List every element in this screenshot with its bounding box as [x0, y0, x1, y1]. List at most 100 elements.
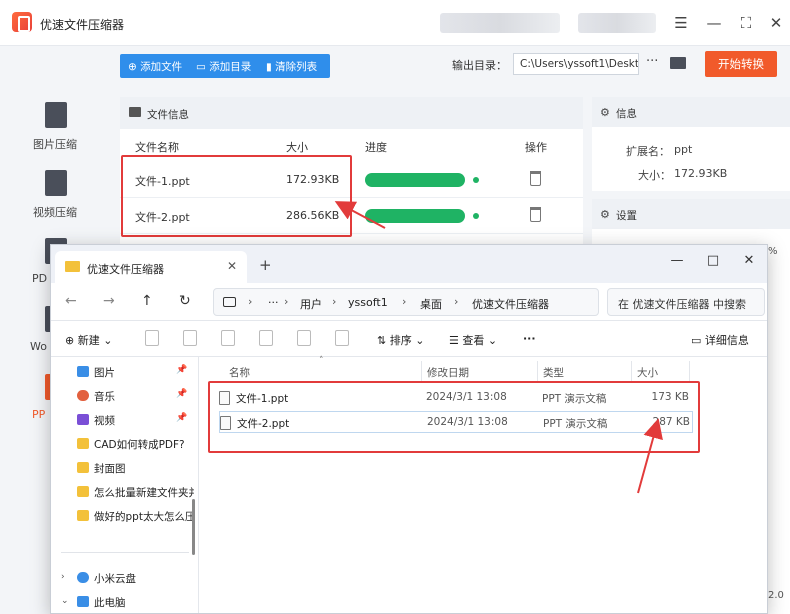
app-titlebar: 优速文件压缩器 ☰ — ⛶ ✕: [0, 0, 790, 46]
monitor-icon: [223, 297, 236, 307]
output-dir-field[interactable]: C:\Users\yssoft1\Deskt: [513, 53, 639, 75]
delete-icon[interactable]: [335, 330, 349, 346]
add-directory-button[interactable]: ▭ 添加目录: [196, 59, 251, 74]
start-convert-button[interactable]: 开始转换: [705, 51, 777, 77]
nav-item-label: 此电脑: [94, 597, 126, 609]
image-icon: [129, 107, 141, 117]
file-toolbar: ⊕ 添加文件 ▭ 添加目录 ▮ 清除列表: [120, 54, 330, 78]
column-header-size: 大小: [286, 141, 308, 154]
folder-icon: [77, 462, 89, 473]
back-icon[interactable]: ←: [65, 293, 77, 309]
maximize-icon[interactable]: □: [703, 253, 723, 268]
progress-complete-dot: [473, 177, 479, 183]
blurred-account-info: [440, 13, 560, 33]
nav-item-label: 小米云盘: [94, 573, 136, 585]
sidebar-item-video-compress[interactable]: 视频压缩: [0, 170, 110, 230]
blurred-user-info: [578, 13, 656, 33]
minimize-icon[interactable]: —: [667, 253, 687, 268]
ext-value: ppt: [674, 143, 693, 156]
close-icon[interactable]: ✕: [765, 12, 787, 34]
new-button[interactable]: ⊕ 新建 ⌄: [65, 332, 112, 348]
info-panel: ⚙ 信息 扩展名： ppt 大小： 172.93KB: [592, 97, 790, 191]
output-dir-label: 输出目录：: [452, 59, 507, 72]
up-icon[interactable]: ↑: [141, 293, 153, 309]
browse-more-button[interactable]: ···: [646, 54, 658, 69]
nav-item-folder[interactable]: 怎么批量新建文件夹并: [51, 481, 197, 503]
view-label: 查看: [462, 334, 485, 347]
column-divider[interactable]: [631, 361, 632, 381]
breadcrumb-desktop[interactable]: 桌面: [420, 296, 442, 312]
column-header-name: 文件名称: [135, 141, 179, 154]
image-compress-icon: [45, 102, 67, 128]
breadcrumb-current-folder[interactable]: 优速文件压缩器: [472, 296, 549, 312]
this-pc-icon: [77, 596, 89, 607]
add-directory-label: 添加目录: [209, 61, 252, 73]
breadcrumb-users[interactable]: 用户: [300, 296, 322, 312]
delete-icon[interactable]: [530, 171, 541, 186]
nav-item-label: 怎么批量新建文件夹并: [94, 487, 194, 499]
cut-icon[interactable]: [145, 330, 159, 346]
sidebar-item-label: 图片压缩: [33, 138, 77, 151]
search-input[interactable]: 在 优速文件压缩器 中搜索: [607, 288, 765, 316]
menu-icon[interactable]: ☰: [670, 12, 692, 34]
minimize-icon[interactable]: —: [703, 12, 725, 34]
more-button[interactable]: ···: [523, 332, 536, 345]
view-button[interactable]: ☰ 查看 ⌄: [449, 332, 497, 348]
rename-icon[interactable]: [259, 330, 273, 346]
pin-icon: 📌: [176, 365, 188, 375]
video-compress-icon: [45, 170, 67, 196]
copy-icon[interactable]: [183, 330, 197, 346]
column-header-date[interactable]: 修改日期: [427, 365, 469, 380]
nav-item-music[interactable]: 音乐 📌: [51, 385, 197, 407]
fullscreen-icon[interactable]: ⛶: [735, 12, 757, 34]
nav-item-folder[interactable]: CAD如何转成PDF?: [51, 433, 197, 455]
nav-item-videos[interactable]: 视频 📌: [51, 409, 197, 431]
app-logo-icon: [12, 12, 32, 32]
column-header-type[interactable]: 类型: [543, 365, 564, 380]
sidebar-item-image-compress[interactable]: 图片压缩: [0, 102, 110, 162]
new-tab-icon[interactable]: +: [259, 256, 272, 274]
explorer-tab[interactable]: 优速文件压缩器 ✕: [55, 251, 247, 283]
nav-scrollbar[interactable]: [192, 499, 195, 555]
music-icon: [77, 390, 89, 401]
settings-title: 设置: [616, 210, 637, 222]
setting-value-fragment: %: [768, 246, 778, 257]
navigation-pane: 图片 📌 音乐 📌 视频 📌 CAD如何转成PDF? 封面图 怎么批量新建文件夹…: [51, 357, 199, 613]
add-file-button[interactable]: ⊕ 添加文件: [128, 59, 182, 74]
expand-chevron-icon[interactable]: ›: [61, 572, 65, 582]
column-header-size[interactable]: 大小: [637, 365, 658, 380]
share-icon[interactable]: [297, 330, 311, 346]
details-button[interactable]: ▭ 详细信息: [691, 332, 749, 348]
nav-item-label: 封面图: [94, 463, 126, 475]
column-divider[interactable]: [421, 361, 422, 381]
videos-icon: [77, 414, 89, 425]
nav-item-folder[interactable]: 封面图: [51, 457, 197, 479]
nav-item-cloud[interactable]: › 小米云盘: [51, 567, 197, 589]
info-header: ⚙ 信息: [592, 97, 790, 127]
column-divider[interactable]: [689, 361, 690, 381]
refresh-icon[interactable]: ↻: [179, 293, 191, 309]
address-bar[interactable]: › ··· › 用户 › yssoft1 › 桌面 › 优速文件压缩器: [213, 288, 599, 316]
close-icon[interactable]: ✕: [739, 253, 759, 268]
nav-item-this-pc[interactable]: ⌄ 此电脑: [51, 591, 197, 613]
breadcrumb-overflow[interactable]: ···: [268, 296, 279, 309]
info-title: 信息: [616, 108, 637, 120]
forward-icon[interactable]: →: [103, 293, 115, 309]
command-bar: ⊕ 新建 ⌄ ⇅ 排序 ⌄ ☰ 查看 ⌄ ··· ▭ 详细信息: [51, 321, 767, 357]
column-header-name[interactable]: 名称: [229, 365, 250, 380]
delete-icon[interactable]: [530, 207, 541, 222]
nav-item-folder[interactable]: 做好的ppt太大怎么压: [51, 505, 197, 527]
clear-list-button[interactable]: ▮ 清除列表: [266, 59, 317, 74]
breadcrumb-yssoft1[interactable]: yssoft1: [348, 296, 388, 309]
close-tab-icon[interactable]: ✕: [227, 259, 237, 273]
size-value: 172.93KB: [674, 167, 728, 180]
nav-item-pictures[interactable]: 图片 📌: [51, 361, 197, 383]
column-divider[interactable]: [537, 361, 538, 381]
open-folder-icon[interactable]: [670, 57, 686, 69]
paste-icon[interactable]: [221, 330, 235, 346]
pin-icon: 📌: [176, 389, 188, 399]
sort-button[interactable]: ⇅ 排序 ⌄: [377, 332, 424, 348]
sort-label: 排序: [389, 334, 412, 347]
expand-chevron-icon[interactable]: ⌄: [61, 596, 69, 606]
pictures-icon: [77, 366, 89, 377]
